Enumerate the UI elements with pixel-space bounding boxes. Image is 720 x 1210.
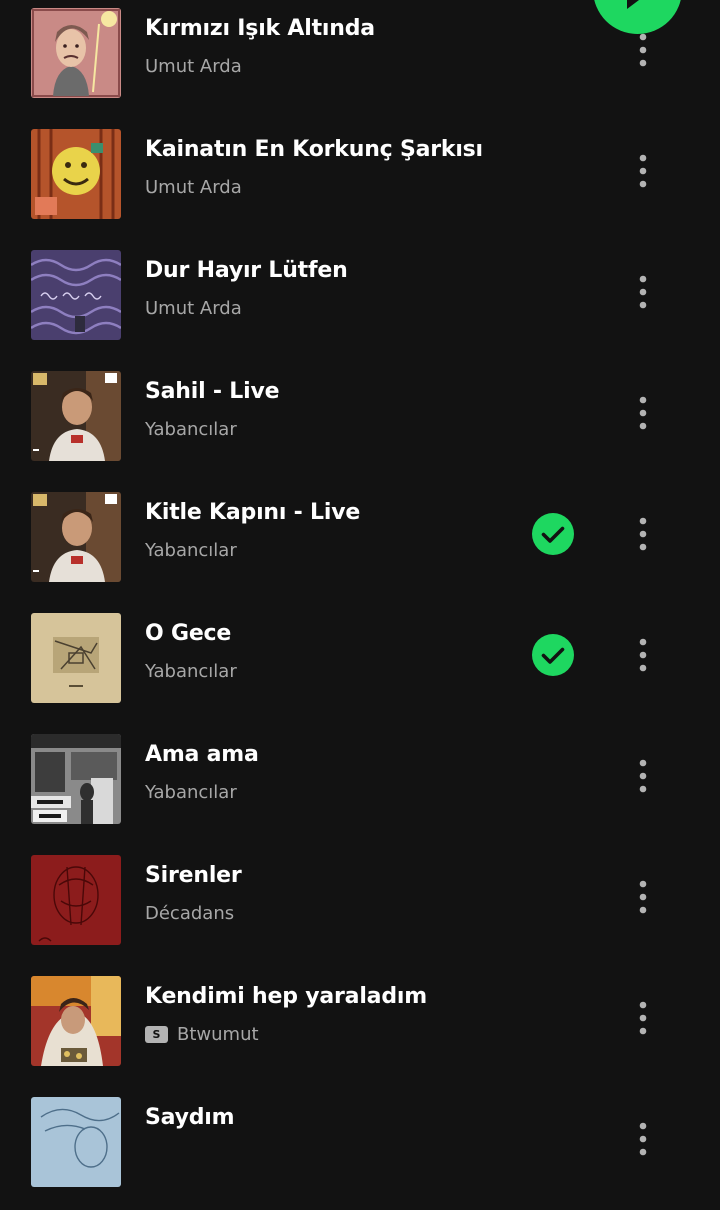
more-options-button[interactable] (623, 991, 663, 1045)
track-row[interactable]: Sahil - Live Yabancılar (0, 363, 720, 484)
artist-name: Btwumut (177, 1024, 259, 1045)
artist-name: Umut Arda (145, 298, 242, 319)
play-icon (627, 0, 639, 9)
track-row[interactable]: Kainatın En Korkunç Şarkısı Umut Arda (0, 121, 720, 242)
album-cover (31, 8, 121, 98)
track-list: Kırmızı Işık Altında Umut Arda Kainatın … (0, 0, 720, 1187)
artist-name: Décadans (145, 903, 235, 924)
track-artist: Yabancılar (145, 661, 237, 682)
track-title: Sirenler (145, 863, 242, 888)
more-vertical-icon (639, 1122, 647, 1156)
artist-name: Umut Arda (145, 177, 242, 198)
more-options-button[interactable] (623, 265, 663, 319)
track-title: Dur Hayır Lütfen (145, 258, 348, 283)
more-vertical-icon (639, 638, 647, 672)
track-title: Kainatın En Korkunç Şarkısı (145, 137, 483, 162)
album-cover (31, 855, 121, 945)
more-vertical-icon (639, 275, 647, 309)
more-options-button[interactable] (623, 628, 663, 682)
more-vertical-icon (639, 759, 647, 793)
artist-name: Yabancılar (145, 419, 237, 440)
album-cover (31, 1097, 121, 1187)
more-vertical-icon (639, 880, 647, 914)
track-artist: Umut Arda (145, 177, 242, 198)
track-row[interactable]: Saydım (0, 1089, 720, 1210)
artist-name: Yabancılar (145, 782, 237, 803)
track-title: Saydım (145, 1105, 235, 1130)
track-row[interactable]: Ama ama Yabancılar (0, 726, 720, 847)
track-row[interactable]: Sirenler Décadans (0, 847, 720, 968)
artist-name: Yabancılar (145, 661, 237, 682)
more-options-button[interactable] (623, 144, 663, 198)
album-cover (31, 371, 121, 461)
song-type-badge: S (145, 1026, 168, 1043)
artist-name: Yabancılar (145, 540, 237, 561)
album-cover (31, 129, 121, 219)
track-title: Kitle Kapını - Live (145, 500, 361, 525)
more-vertical-icon (639, 517, 647, 551)
track-artist: S Btwumut (145, 1024, 259, 1045)
track-title: Kırmızı Işık Altında (145, 16, 375, 41)
track-title: Sahil - Live (145, 379, 280, 404)
track-artist: Yabancılar (145, 540, 237, 561)
play-button[interactable] (593, 0, 682, 34)
track-row[interactable]: O Gece Yabancılar (0, 605, 720, 726)
more-options-button[interactable] (623, 507, 663, 561)
album-cover (31, 613, 121, 703)
track-artist: Yabancılar (145, 419, 237, 440)
track-row[interactable]: Kitle Kapını - Live Yabancılar (0, 484, 720, 605)
track-artist: Umut Arda (145, 298, 242, 319)
more-vertical-icon (639, 396, 647, 430)
album-cover (31, 976, 121, 1066)
more-vertical-icon (639, 1001, 647, 1035)
track-artist: Yabancılar (145, 782, 237, 803)
track-row[interactable]: Dur Hayır Lütfen Umut Arda (0, 242, 720, 363)
track-artist: Décadans (145, 903, 234, 924)
artist-name: Umut Arda (145, 56, 242, 77)
check-circle-icon (532, 513, 574, 555)
album-cover (31, 492, 121, 582)
album-cover (31, 734, 121, 824)
album-cover (31, 250, 121, 340)
track-title: Kendimi hep yaraladım (145, 984, 427, 1009)
more-options-button[interactable] (623, 1112, 663, 1166)
track-row[interactable]: Kendimi hep yaraladım S Btwumut (0, 968, 720, 1089)
track-title: Ama ama (145, 742, 259, 767)
track-title: O Gece (145, 621, 232, 646)
more-options-button[interactable] (623, 870, 663, 924)
track-artist: Umut Arda (145, 56, 242, 77)
more-options-button[interactable] (623, 749, 663, 803)
check-circle-icon (532, 634, 574, 676)
more-vertical-icon (639, 154, 647, 188)
more-options-button[interactable] (623, 386, 663, 440)
